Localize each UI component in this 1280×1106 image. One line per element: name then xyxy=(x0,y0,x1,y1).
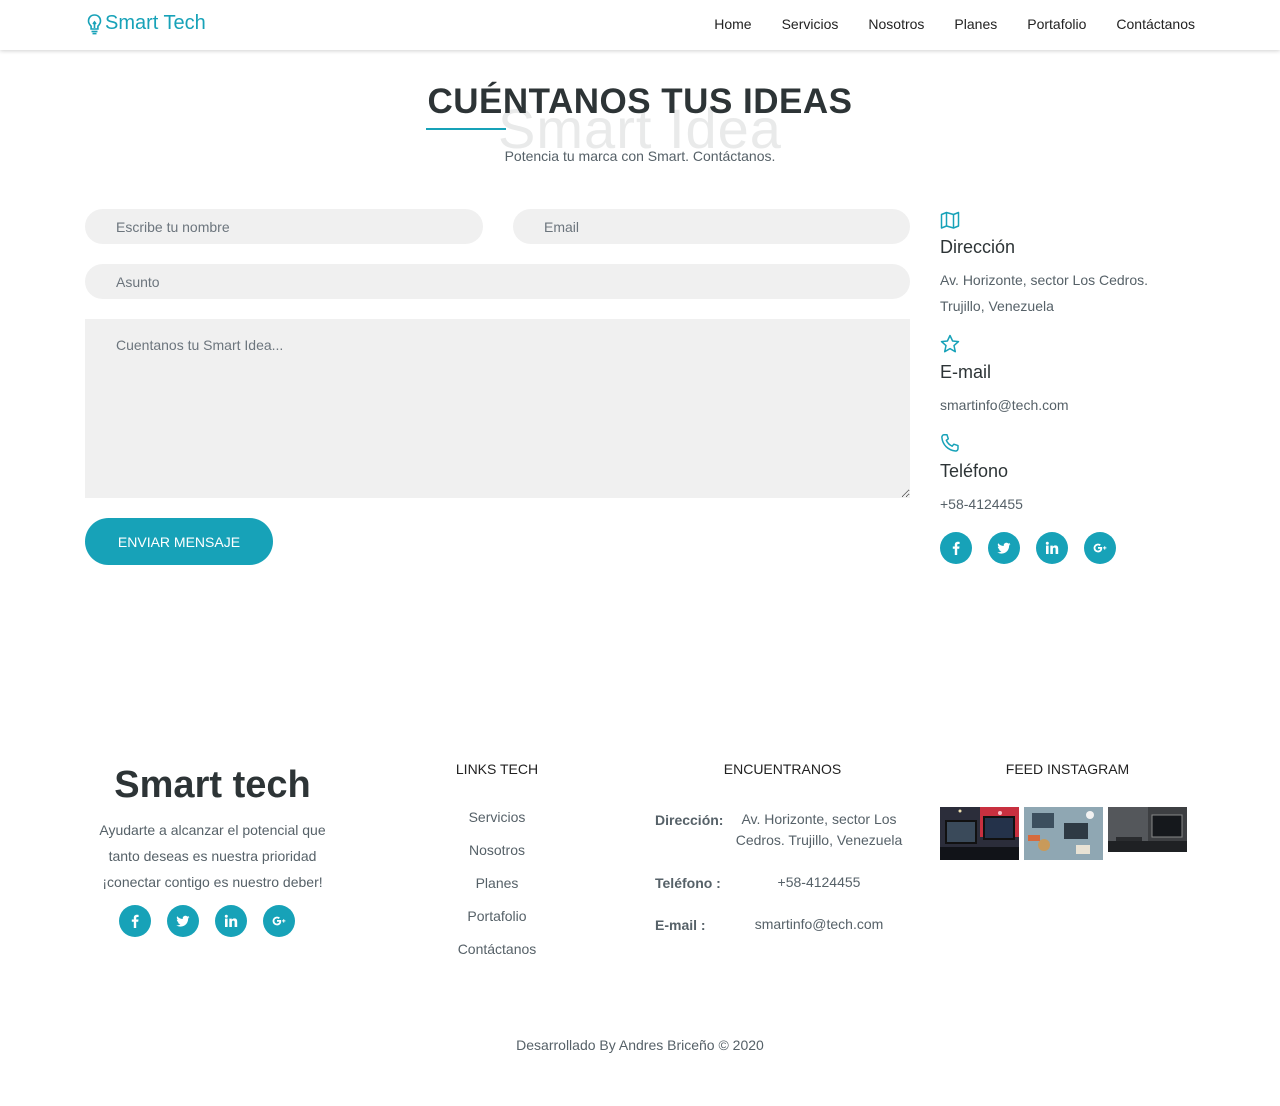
footer-description-line-3: ¡conectar contigo es nuestro deber! xyxy=(102,874,323,890)
title-underline xyxy=(426,128,506,130)
facebook-icon[interactable] xyxy=(940,532,972,564)
linkedin-icon[interactable] xyxy=(215,905,247,937)
nav-home[interactable]: Home xyxy=(714,16,751,32)
nav-servicios[interactable]: Servicios xyxy=(782,16,839,32)
footer-credit: Desarrollado By Andres Briceño © 2020 xyxy=(516,1037,764,1053)
footer-links: Servicios Nosotros Planes Portafolio Con… xyxy=(397,809,597,974)
email-value: smartinfo@tech.com xyxy=(940,397,1069,413)
footer-phone-value: +58-4124455 xyxy=(777,874,861,890)
lightbulb-icon xyxy=(87,13,102,34)
twitter-icon[interactable] xyxy=(167,905,199,937)
address-title: Dirección xyxy=(940,237,1016,257)
nav-planes[interactable]: Planes xyxy=(954,16,997,32)
footer-description: Ayudarte a alcanzar el potencial que tan… xyxy=(85,817,340,895)
footer-address-label: Dirección: xyxy=(655,812,724,828)
footer-address-line-2: Cedros. Trujillo, Venezuela xyxy=(735,832,903,848)
footer-link-planes[interactable]: Planes xyxy=(397,875,597,908)
footer-link-contactanos[interactable]: Contáctanos xyxy=(397,941,597,974)
twitter-icon[interactable] xyxy=(988,532,1020,564)
footer-link-servicios[interactable]: Servicios xyxy=(397,809,597,842)
footer-description-line-2: tanto deseas es nuestra prioridad xyxy=(108,848,317,864)
footer-find-title: ENCUENTRANOS xyxy=(723,761,842,777)
email-input[interactable] xyxy=(513,209,910,244)
phone-value: +58-4124455 xyxy=(940,496,1023,512)
phone-title: Teléfono xyxy=(940,461,1009,481)
navbar: Smart Tech Home Servicios Nosotros Plane… xyxy=(0,0,1280,50)
footer-address-line-1: Av. Horizonte, sector Los xyxy=(741,811,897,827)
footer-email-value: smartinfo@tech.com xyxy=(754,916,884,932)
footer-description-line-1: Ayudarte a alcanzar el potencial que xyxy=(99,822,326,838)
instagram-photo-2[interactable] xyxy=(1024,807,1103,860)
section-title: CUÉNTANOS TUS IDEAS xyxy=(427,82,853,121)
footer-address-value: Av. Horizonte, sector Los Cedros. Trujil… xyxy=(728,809,910,851)
nav-portafolio[interactable]: Portafolio xyxy=(1027,16,1086,32)
name-input[interactable] xyxy=(85,209,483,244)
brand-logo[interactable]: Smart Tech xyxy=(86,12,206,35)
send-message-button[interactable]: ENVIAR MENSAJE xyxy=(85,518,273,565)
subject-input[interactable] xyxy=(85,264,910,299)
brand-name: Smart Tech xyxy=(105,12,206,34)
map-icon xyxy=(940,210,960,230)
footer-brand: Smart tech xyxy=(114,764,311,806)
address-text: Av. Horizonte, sector Los Cedros. Trujil… xyxy=(940,267,1148,319)
nav-nosotros[interactable]: Nosotros xyxy=(868,16,924,32)
footer-phone-label: Teléfono : xyxy=(655,875,721,891)
linkedin-icon[interactable] xyxy=(1036,532,1068,564)
google-plus-icon[interactable] xyxy=(1084,532,1116,564)
instagram-photo-1[interactable] xyxy=(940,807,1019,860)
footer-link-nosotros[interactable]: Nosotros xyxy=(397,842,597,875)
footer-social-links xyxy=(119,905,311,937)
star-icon xyxy=(940,334,960,354)
google-plus-icon[interactable] xyxy=(263,905,295,937)
email-title: E-mail xyxy=(940,362,992,382)
footer-email-label: E-mail : xyxy=(655,917,706,933)
message-textarea[interactable] xyxy=(85,319,910,498)
address-line-2: Trujillo, Venezuela xyxy=(940,298,1054,314)
address-line-1: Av. Horizonte, sector Los Cedros. xyxy=(940,272,1149,288)
nav-contactanos[interactable]: Contáctanos xyxy=(1116,16,1195,32)
facebook-icon[interactable] xyxy=(119,905,151,937)
footer-link-portafolio[interactable]: Portafolio xyxy=(397,908,597,941)
nav-menu: Home Servicios Nosotros Planes Portafoli… xyxy=(684,16,1195,32)
footer-instagram-title: FEED INSTAGRAM xyxy=(1005,761,1130,777)
contact-social-links xyxy=(940,532,1132,564)
footer-links-title: LINKS TECH xyxy=(455,761,539,777)
instagram-photo-3[interactable] xyxy=(1108,807,1187,852)
section-subtitle: Potencia tu marca con Smart. Contáctanos… xyxy=(504,148,776,164)
phone-icon xyxy=(940,433,960,453)
